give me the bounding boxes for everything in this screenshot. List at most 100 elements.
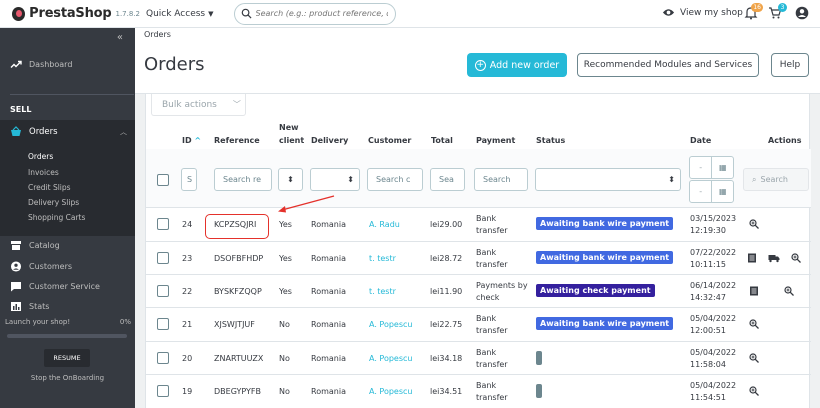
- order-customer-link[interactable]: t. testr: [369, 286, 396, 297]
- view-order-icon[interactable]: [784, 285, 794, 296]
- order-reference: BYSKFZQQP: [214, 286, 262, 296]
- order-status-badge[interactable]: Awaiting bank wire payment: [536, 317, 674, 330]
- annotation-arrow-icon: [278, 195, 335, 213]
- filter-date-from[interactable]: - ▦: [689, 156, 734, 179]
- orders-grid-panel: Bulk actions ﹀ ID ^ Reference New client…: [145, 94, 811, 408]
- sidebar-subitem-delivery-slips[interactable]: Delivery Slips: [28, 198, 79, 207]
- recommended-modules-button[interactable]: Recommended Modules and Services: [577, 53, 759, 77]
- calendar-icon[interactable]: ▦: [711, 157, 733, 178]
- sidebar-subitem-credit-slips[interactable]: Credit Slips: [28, 183, 71, 192]
- order-customer-link[interactable]: A. Popescu: [369, 386, 413, 397]
- sort-ascending-icon[interactable]: ^: [194, 136, 201, 145]
- column-header-total[interactable]: Total: [431, 136, 453, 145]
- order-customer-link[interactable]: A. Radu: [369, 219, 400, 230]
- column-header-date[interactable]: Date: [690, 136, 711, 145]
- view-order-icon[interactable]: [749, 319, 759, 329]
- order-status-badge[interactable]: Awaiting bank wire payment: [536, 217, 674, 230]
- resume-button[interactable]: RESUME: [44, 349, 90, 367]
- column-header-status[interactable]: Status: [536, 136, 565, 145]
- add-new-order-button[interactable]: + Add new order: [467, 53, 567, 77]
- sidebar-subitem-orders[interactable]: Orders: [28, 152, 53, 161]
- view-order-icon[interactable]: [749, 219, 759, 229]
- order-time: 12:00:51: [690, 326, 726, 335]
- date-from-field[interactable]: -: [690, 163, 711, 172]
- row-checkbox[interactable]: [157, 284, 169, 297]
- view-my-shop-label: View my shop: [680, 7, 743, 18]
- column-header-new-client-line2[interactable]: client: [279, 136, 304, 145]
- column-header-reference[interactable]: Reference: [214, 136, 260, 145]
- order-delivery: Romania: [311, 353, 346, 363]
- sidebar: « Dashboard SELL Orders ︿ Orders Invoice…: [0, 28, 135, 408]
- prestashop-logo[interactable]: PrestaShop 1.7.8.2: [12, 6, 140, 21]
- row-checkbox[interactable]: [157, 218, 169, 230]
- invoice-document-icon[interactable]: [747, 253, 757, 263]
- breadcrumb[interactable]: Orders: [144, 30, 171, 39]
- column-header-id[interactable]: ID ^: [182, 136, 201, 145]
- shopping-basket-icon: [11, 126, 21, 136]
- order-new-client: No: [279, 320, 290, 329]
- filter-delivery-select[interactable]: ⬍: [310, 168, 360, 191]
- filter-reference-input[interactable]: Search re: [214, 168, 272, 191]
- plus-circle-icon: +: [474, 59, 486, 71]
- row-checkbox[interactable]: [157, 351, 169, 364]
- view-order-icon[interactable]: [749, 352, 759, 363]
- date-to-field[interactable]: -: [690, 187, 711, 196]
- sidebar-item-orders[interactable]: Orders ︿: [0, 126, 135, 137]
- sidebar-item-catalog[interactable]: Catalog: [0, 240, 135, 251]
- caret-down-icon: ▼: [208, 9, 214, 18]
- order-total: lei22.75: [430, 320, 463, 329]
- view-my-shop-link[interactable]: View my shop: [662, 7, 743, 18]
- column-header-customer[interactable]: Customer: [368, 136, 411, 145]
- order-id: 20: [182, 353, 193, 363]
- column-header-id-label: ID: [182, 136, 192, 145]
- filter-new-client-select[interactable]: ⬍: [278, 168, 303, 191]
- sidebar-subitem-shopping-carts[interactable]: Shopping Carts: [28, 213, 85, 222]
- row-checkbox[interactable]: [157, 385, 169, 397]
- column-header-new-client-line1[interactable]: New: [279, 123, 299, 132]
- sidebar-subitem-invoices[interactable]: Invoices: [28, 168, 59, 177]
- chevron-down-icon: ﹀: [232, 100, 241, 109]
- account-menu[interactable]: [795, 6, 809, 20]
- order-status-badge[interactable]: [536, 350, 542, 365]
- sidebar-item-customer-service[interactable]: Customer Service: [0, 281, 135, 292]
- order-payment-line1: Bank: [476, 314, 497, 323]
- row-checkbox[interactable]: [157, 251, 169, 264]
- order-status-badge[interactable]: [536, 384, 542, 398]
- filter-total-input[interactable]: Sea: [430, 168, 465, 191]
- row-checkbox[interactable]: [157, 318, 169, 330]
- sidebar-item-customers[interactable]: Customers: [0, 261, 135, 272]
- order-status-badge[interactable]: Awaiting bank wire payment: [536, 250, 674, 264]
- sidebar-item-stats[interactable]: Stats: [0, 301, 135, 312]
- quick-access-dropdown[interactable]: Quick Access ▼: [146, 9, 214, 19]
- filter-date-to[interactable]: - ▦: [689, 180, 734, 203]
- column-header-payment[interactable]: Payment: [476, 136, 515, 145]
- filter-customer-input[interactable]: Search c: [367, 168, 423, 191]
- column-header-delivery[interactable]: Delivery: [311, 136, 348, 145]
- view-order-icon[interactable]: [749, 386, 759, 396]
- order-customer-link[interactable]: t. testr: [369, 253, 396, 264]
- help-button[interactable]: Help: [771, 53, 809, 77]
- filter-search-button[interactable]: ⌕ Search: [743, 168, 809, 191]
- stop-onboarding-link[interactable]: Stop the OnBoarding: [0, 374, 135, 382]
- order-customer-link[interactable]: A. Popescu: [369, 319, 413, 330]
- order-reference: DSOFBFHDP: [214, 253, 264, 263]
- sidebar-item-dashboard[interactable]: Dashboard: [0, 59, 135, 70]
- order-payment-line1: Bank: [476, 347, 497, 357]
- filter-id-input[interactable]: S: [181, 168, 197, 191]
- order-customer-link[interactable]: A. Popescu: [369, 353, 413, 364]
- delivery-truck-icon[interactable]: [768, 253, 780, 263]
- invoice-document-icon[interactable]: [749, 286, 759, 296]
- select-all-checkbox[interactable]: [157, 174, 169, 186]
- filter-payment-input[interactable]: Search: [474, 168, 528, 191]
- order-status-badge[interactable]: Awaiting check payment: [536, 283, 655, 297]
- search-box[interactable]: [233, 2, 396, 25]
- search-input[interactable]: [255, 9, 388, 18]
- bulk-actions-label: Bulk actions: [162, 99, 217, 110]
- filter-status-select[interactable]: ⬍: [535, 168, 681, 191]
- view-order-icon[interactable]: [791, 252, 801, 263]
- bulk-actions-dropdown[interactable]: Bulk actions ﹀: [151, 94, 246, 116]
- orders-notifications[interactable]: 3: [768, 3, 787, 20]
- collapse-sidebar-icon[interactable]: «: [117, 32, 123, 43]
- notifications-bell[interactable]: 16: [744, 3, 763, 20]
- calendar-icon[interactable]: ▦: [711, 181, 733, 202]
